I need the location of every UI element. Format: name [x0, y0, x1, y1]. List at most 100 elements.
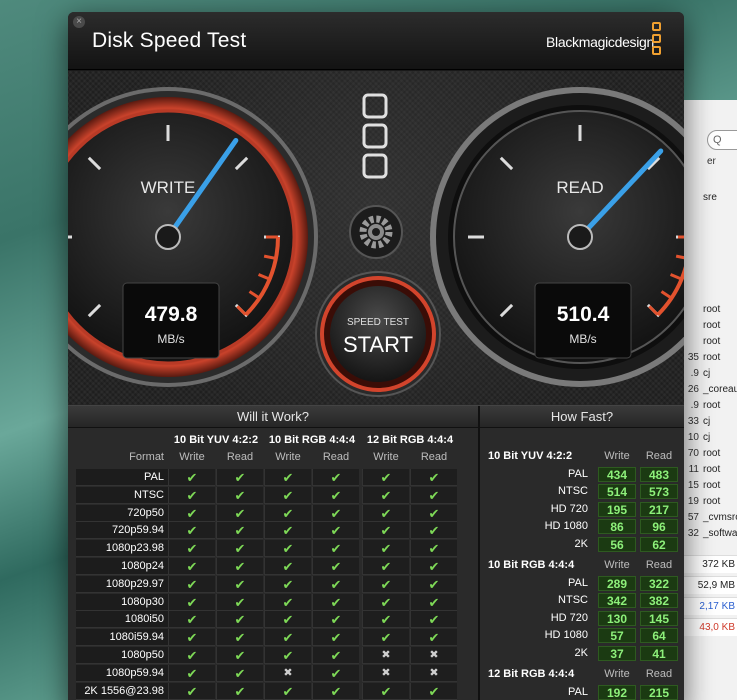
process-user: root [703, 352, 721, 363]
checkmark-icon: ✔ [312, 664, 359, 682]
list-item [677, 206, 737, 222]
read-fps-value: 215 [640, 685, 678, 700]
checkmark-icon: ✔ [168, 682, 215, 700]
format-label: HD 1080 [544, 629, 588, 642]
cross-icon: ✖ [410, 664, 457, 682]
read-fps-value: 41 [640, 645, 678, 661]
table-row: PAL ✔ ✔ ✔ ✔ ✔ ✔ [76, 469, 468, 487]
section-divider [478, 406, 480, 700]
checkmark-icon: ✔ [410, 504, 457, 522]
process-user: root [703, 400, 721, 411]
checkmark-icon: ✔ [168, 611, 215, 629]
process-user [699, 240, 703, 251]
group-header-yuv422: 10 Bit YUV 4:2:2 [173, 434, 259, 446]
checkmark-icon: ✔ [168, 522, 215, 540]
memory-value: 43,0 KB [677, 618, 737, 636]
how-fast-group-title: 10 Bit RGB 4:4:4 [488, 559, 575, 571]
background-column-header: er [707, 156, 716, 167]
checkmark-icon: ✔ [264, 629, 311, 647]
write-fps-value: 56 [598, 536, 636, 552]
write-fps-value: 434 [598, 467, 636, 482]
read-fps-value: 573 [640, 484, 678, 500]
sub-header: Write [373, 451, 399, 463]
checkmark-icon: ✔ [362, 629, 409, 647]
checkmark-icon: ✔ [362, 611, 409, 629]
checkmark-icon: ✔ [216, 540, 263, 558]
list-item: sre [677, 190, 737, 206]
checkmark-icon: ✔ [410, 593, 457, 611]
process-user: sre [703, 192, 717, 203]
read-fps-value: 64 [640, 628, 678, 644]
checkmark-icon: ✔ [168, 629, 215, 647]
sub-header: Read [226, 451, 254, 463]
table-row: 720p59.94 ✔ ✔ ✔ ✔ ✔ ✔ [76, 522, 468, 540]
read-column-header: Read [645, 668, 673, 680]
table-row: PAL 434 483 [484, 466, 680, 483]
sub-header: Write [179, 451, 205, 463]
table-row: 1080p24 ✔ ✔ ✔ ✔ ✔ ✔ [76, 557, 468, 576]
how-fast-group-title: 12 Bit RGB 4:4:4 [488, 668, 575, 680]
gauges-svg: WRITE 479.8 MB/s READ 510.4 MB/s SPEED T… [68, 87, 684, 397]
cross-icon: ✖ [410, 646, 457, 664]
write-speed-value: 479.8 [145, 303, 198, 326]
checkmark-icon: ✔ [168, 486, 215, 504]
checkmark-icon: ✔ [410, 611, 457, 629]
process-user: root [703, 336, 721, 347]
process-user: root [703, 320, 721, 331]
checkmark-icon: ✔ [216, 682, 263, 700]
background-search-field[interactable]: Q [707, 130, 737, 150]
table-row: NTSC 342 382 [484, 592, 680, 609]
will-it-work-grid: PAL ✔ ✔ ✔ ✔ ✔ ✔ NTSC ✔ ✔ ✔ ✔ ✔ ✔ 720p50 ✔ ✔ ✔ ✔ ✔ ✔ 720p59.94… [76, 469, 468, 700]
format-label: 2K [574, 646, 588, 659]
gear-icon[interactable] [349, 205, 403, 259]
will-it-work-heading: Will it Work? [68, 406, 478, 428]
start-button[interactable]: SPEED TEST START [315, 271, 441, 397]
read-speed-unit: MB/s [569, 332, 596, 346]
write-fps-value: 289 [598, 576, 636, 591]
write-fps-value: 130 [598, 610, 636, 626]
checkmark-icon: ✔ [216, 611, 263, 629]
process-user: root [703, 480, 721, 491]
format-label: PAL [568, 686, 588, 698]
start-button-label: START [343, 332, 413, 357]
how-fast-group-header: 10 Bit YUV 4:2:2 Write Read [484, 448, 680, 466]
checkmark-icon: ✔ [312, 522, 359, 540]
list-item: 11 root [677, 462, 737, 478]
format-label: 1080p24 [76, 557, 168, 575]
process-user: root [703, 304, 721, 315]
disk-speed-test-window: × Disk Speed Test Blackmagicdesign WRITE… [68, 12, 684, 700]
checkmark-icon: ✔ [312, 593, 359, 611]
read-gauge: READ 510.4 MB/s [430, 87, 684, 387]
process-user [699, 224, 703, 235]
checkmark-icon: ✔ [410, 575, 457, 593]
checkmark-icon: ✔ [410, 486, 457, 504]
table-row: HD 1080 57 64 [484, 627, 680, 644]
process-user: root [703, 448, 721, 459]
checkmark-icon: ✔ [264, 540, 311, 558]
list-item: 32 _softwa [677, 526, 737, 542]
checkmark-icon: ✔ [312, 469, 359, 486]
checkmark-icon: ✔ [168, 469, 215, 486]
table-row: NTSC 514 573 [484, 483, 680, 500]
background-process-list: sre root root root 35 root .9 cj 26 _coreau .9 root… [677, 190, 737, 542]
format-label: PAL [76, 469, 168, 486]
table-row: 2K 1556@23.98 ✔ ✔ ✔ ✔ ✔ ✔ [76, 682, 468, 700]
group-header-rgb444-12: 12 Bit RGB 4:4:4 [366, 434, 454, 446]
format-label: 1080p29.97 [76, 575, 168, 593]
group-header-rgb444-10: 10 Bit RGB 4:4:4 [268, 434, 356, 446]
process-user [699, 208, 703, 219]
format-label: 2K [574, 537, 588, 550]
write-speed-unit: MB/s [157, 332, 184, 346]
format-label: NTSC [558, 485, 588, 498]
checkmark-icon: ✔ [362, 682, 409, 700]
list-item: root [677, 334, 737, 350]
table-row: 1080p30 ✔ ✔ ✔ ✔ ✔ ✔ [76, 593, 468, 612]
checkmark-icon: ✔ [264, 522, 311, 540]
start-button-caption: SPEED TEST [347, 317, 409, 328]
checkmark-icon: ✔ [312, 540, 359, 558]
table-row: 720p50 ✔ ✔ ✔ ✔ ✔ ✔ [76, 504, 468, 523]
process-user: _softwa [703, 528, 737, 539]
table-row: 1080i50 ✔ ✔ ✔ ✔ ✔ ✔ [76, 611, 468, 629]
checkmark-icon: ✔ [168, 540, 215, 558]
sub-header: Write [275, 451, 301, 463]
